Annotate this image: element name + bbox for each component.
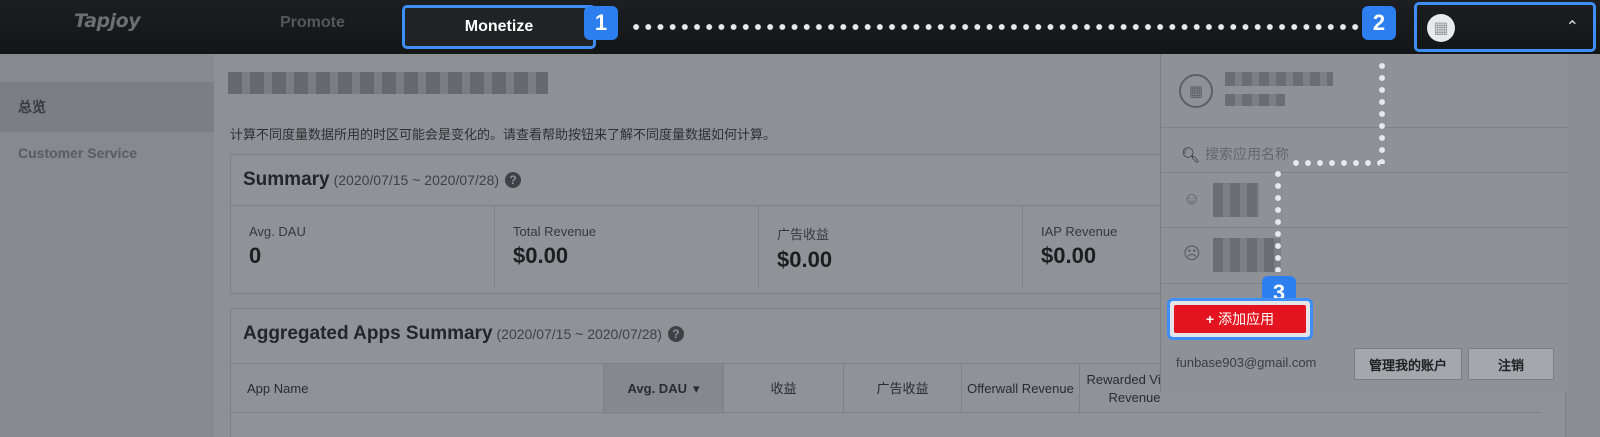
column-ad-revenue[interactable]: 广告收益	[843, 364, 961, 414]
app-face-icon: ☹	[1183, 244, 1201, 263]
sidebar-item-customer-service[interactable]: Customer Service	[0, 128, 214, 178]
add-app-button[interactable]: + 添加应用	[1167, 298, 1313, 340]
dotted-connector	[1274, 168, 1282, 272]
metric-avg-dau: Avg. DAU 0	[231, 206, 495, 288]
summary-title: Summary (2020/07/15 ~ 2020/07/28)?	[243, 169, 522, 191]
sidebar-item-overview[interactable]: 总览	[0, 82, 214, 132]
org-id-redacted	[1225, 94, 1285, 106]
metric-label: Total Revenue	[513, 224, 597, 239]
add-app-inner: + 添加应用	[1174, 305, 1306, 333]
page-title-redacted	[228, 72, 548, 94]
metric-value: $0.00	[513, 243, 569, 268]
tapjoy-logo[interactable]: Tapjoy	[74, 10, 141, 32]
manage-account-button[interactable]: 管理我的账户	[1354, 348, 1462, 380]
tab-monetize-label: Monetize	[464, 18, 534, 35]
column-revenue[interactable]: 收益	[723, 364, 843, 414]
account-menu-button[interactable]: ▦ ⌃	[1414, 2, 1596, 52]
building-icon: ▦	[1427, 14, 1455, 42]
account-email: funbase903@gmail.com	[1176, 355, 1317, 370]
timezone-notice: 计算不同度量数据所用的时区可能会是变化的。请查看帮助按钮来了解不同度量数据如何计…	[230, 127, 777, 142]
account-dropdown-panel: ▦ 🔍︎ 搜索应用名称 ☺ ☹	[1160, 54, 1569, 391]
aggregated-title: Aggregated Apps Summary (2020/07/15 ~ 202…	[243, 323, 684, 345]
building-icon: ▦	[1179, 74, 1213, 108]
tab-monetize[interactable]: Monetize	[402, 5, 596, 49]
metric-ad-revenue: 广告收益 $0.00	[759, 206, 1023, 288]
add-app-label: 添加应用	[1218, 311, 1275, 327]
top-nav-bar: Tapjoy Promote Monetize ▦ ⌃	[0, 0, 1600, 54]
callout-badge-2: 2	[1362, 6, 1396, 40]
main-content: 计算不同度量数据所用的时区可能会是变化的。请查看帮助按钮来了解不同度量数据如何计…	[214, 54, 1567, 437]
dotted-connector	[1378, 60, 1386, 164]
aggregated-heading: Aggregated Apps Summary	[243, 323, 493, 344]
column-avg-dau[interactable]: Avg. DAU ▾	[603, 364, 723, 414]
org-row: ▦	[1161, 54, 1569, 128]
search-icon: 🔍︎	[1181, 147, 1201, 164]
app-search-input[interactable]: 搜索应用名称	[1205, 144, 1289, 164]
org-name-redacted	[1225, 72, 1333, 86]
summary-range: (2020/07/15 ~ 2020/07/28)	[333, 172, 500, 188]
metric-value: 0	[249, 243, 262, 268]
app-face-icon: ☺	[1183, 189, 1201, 208]
app-name-redacted	[1213, 238, 1281, 272]
help-icon[interactable]: ?	[667, 326, 684, 342]
app-list-item[interactable]: ☹	[1161, 228, 1569, 284]
metric-total-revenue: Total Revenue $0.00	[495, 206, 759, 288]
metric-value: $0.00	[777, 247, 833, 272]
chevron-up-icon: ⌃	[1565, 19, 1579, 36]
help-icon[interactable]: ?	[505, 172, 522, 188]
dotted-connector	[1290, 159, 1380, 167]
callout-badge-1: 1	[584, 6, 618, 40]
app-name-redacted	[1213, 183, 1259, 217]
sidebar: 总览 Customer Service	[0, 54, 214, 437]
dotted-connector	[630, 23, 1375, 31]
tab-promote[interactable]: Promote	[280, 14, 345, 32]
column-offerwall-revenue[interactable]: Offerwall Revenue	[961, 364, 1079, 414]
plus-icon: +	[1205, 311, 1215, 327]
app-list-item[interactable]: ☺	[1161, 172, 1569, 228]
column-avg-dau-label: Avg. DAU	[627, 381, 687, 397]
summary-heading: Summary	[243, 169, 330, 190]
logout-button[interactable]: 注销	[1468, 348, 1554, 380]
aggregated-range: (2020/07/15 ~ 2020/07/28)	[496, 326, 662, 342]
metric-label: Avg. DAU	[249, 224, 306, 239]
metric-label: 广告收益	[777, 227, 830, 242]
sort-desc-icon: ▾	[692, 381, 700, 397]
column-app-name[interactable]: App Name	[231, 364, 603, 414]
